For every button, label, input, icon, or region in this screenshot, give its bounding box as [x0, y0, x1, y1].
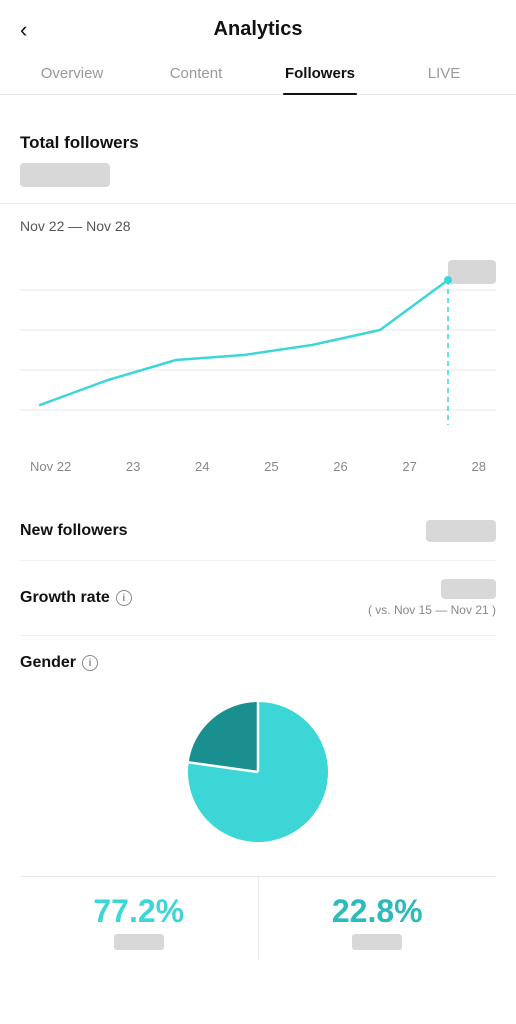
female-col: 77.2%	[20, 877, 259, 960]
date-range: Nov 22 — Nov 28	[20, 204, 496, 234]
x-label-4: 26	[333, 459, 347, 474]
growth-rate-value	[441, 579, 496, 599]
tab-content[interactable]: Content	[134, 53, 258, 94]
tab-overview[interactable]: Overview	[10, 53, 134, 94]
x-axis-labels: Nov 22 23 24 25 26 27 28	[20, 455, 496, 474]
tab-bar: Overview Content Followers LIVE	[0, 53, 516, 95]
back-button[interactable]: ‹	[20, 19, 27, 41]
gender-info-icon[interactable]: i	[82, 655, 98, 671]
total-followers-value	[20, 163, 110, 187]
page-title: Analytics	[214, 18, 303, 41]
male-percentage: 22.8%	[259, 893, 497, 930]
x-label-6: 28	[471, 459, 485, 474]
gender-section: Gender i	[20, 636, 496, 960]
female-label	[114, 934, 164, 950]
growth-rate-compare: ( vs. Nov 15 — Nov 21 )	[368, 603, 496, 617]
main-content: Total followers Nov 22 — Nov 28 Nov 22 2…	[0, 95, 516, 960]
female-percentage: 77.2%	[20, 893, 258, 930]
gender-label: Gender i	[20, 654, 496, 672]
line-chart: Nov 22 23 24 25 26 27 28	[20, 250, 496, 474]
total-followers-label: Total followers	[20, 133, 496, 153]
total-followers-section: Total followers	[20, 115, 496, 187]
new-followers-row: New followers	[20, 502, 496, 561]
x-label-1: 23	[126, 459, 140, 474]
growth-rate-info-icon[interactable]: i	[116, 590, 132, 606]
header: ‹ Analytics	[0, 0, 516, 53]
x-label-3: 25	[264, 459, 278, 474]
growth-rate-row: Growth rate i ( vs. Nov 15 — Nov 21 )	[20, 561, 496, 636]
gender-percentages: 77.2% 22.8%	[20, 876, 496, 960]
x-label-2: 24	[195, 459, 209, 474]
x-label-5: 27	[402, 459, 416, 474]
male-slice	[189, 702, 258, 772]
tab-live[interactable]: LIVE	[382, 53, 506, 94]
growth-rate-right: ( vs. Nov 15 — Nov 21 )	[368, 579, 496, 617]
pie-chart-container	[20, 692, 496, 852]
growth-rate-label: Growth rate i	[20, 589, 132, 607]
x-label-0: Nov 22	[30, 459, 71, 474]
new-followers-value	[426, 520, 496, 542]
chart-svg	[20, 250, 496, 450]
male-col: 22.8%	[259, 877, 497, 960]
new-followers-label: New followers	[20, 522, 128, 540]
tab-followers[interactable]: Followers	[258, 53, 382, 94]
male-label	[352, 934, 402, 950]
pie-chart-svg	[178, 692, 338, 852]
